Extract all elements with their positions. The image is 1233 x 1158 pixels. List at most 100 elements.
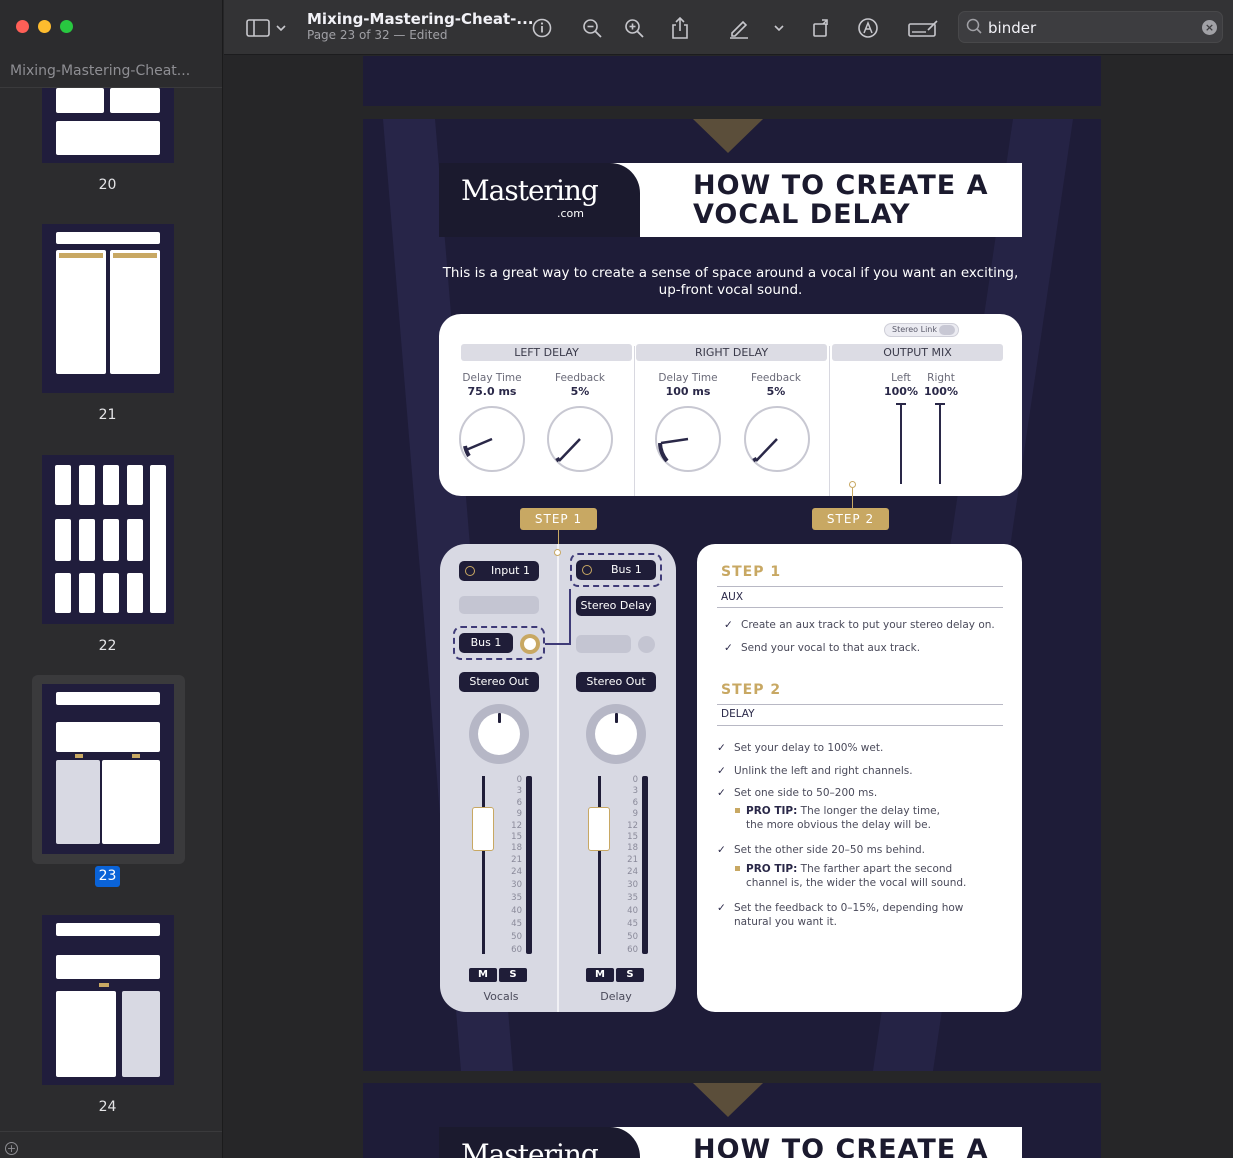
vocals-db-scale: 0 3 6 9 12 15 18 21 24 30 35 40 45 50 60 bbox=[500, 775, 522, 957]
vocals-insert-slot[interactable] bbox=[459, 596, 539, 614]
vocals-mute-button[interactable]: M bbox=[469, 968, 497, 982]
minimize-window-button[interactable] bbox=[38, 20, 51, 33]
title-line-1: HOW TO CREATE A bbox=[693, 170, 989, 201]
check-icon: ✓ bbox=[717, 765, 726, 777]
output-right-fader-cap bbox=[935, 403, 945, 405]
mastering-logo: Mastering bbox=[439, 1127, 640, 1158]
left-delay-time-label: Delay Time bbox=[462, 372, 522, 384]
page-thumbnail-23[interactable] bbox=[42, 684, 174, 854]
vocals-pan-knob[interactable] bbox=[469, 704, 529, 764]
toolbar: Mixing-Mastering-Cheat-... Page 23 of 32… bbox=[224, 0, 1233, 55]
right-feedback-knob[interactable] bbox=[744, 406, 810, 472]
routing-arrow bbox=[545, 643, 571, 645]
document-view[interactable]: Mastering .com HOW TO CREATE A VOCAL DEL… bbox=[224, 56, 1233, 1158]
delay-solo-button[interactable]: S bbox=[616, 968, 644, 982]
thumbnail-steps bbox=[56, 991, 116, 1077]
left-feedback-label: Feedback bbox=[554, 372, 605, 384]
step-2-subtitle: DELAY bbox=[721, 708, 755, 720]
chevron-down-icon[interactable] bbox=[772, 16, 786, 40]
page-number-22: 22 bbox=[98, 638, 117, 654]
intro-text: This is a great way to create a sense of… bbox=[442, 265, 1019, 298]
vocals-output-button[interactable]: Stereo Out bbox=[459, 672, 539, 692]
left-feedback-knob[interactable] bbox=[547, 406, 613, 472]
logo-text: Mastering bbox=[461, 174, 599, 207]
search-field[interactable]: × bbox=[958, 11, 1223, 43]
annotate-icon[interactable] bbox=[856, 16, 880, 40]
page-thumbnail-21[interactable] bbox=[42, 224, 174, 393]
check-icon: ✓ bbox=[717, 742, 726, 754]
zoom-in-icon[interactable] bbox=[622, 16, 646, 40]
step-1-item: ✓ Send your vocal to that aux track. bbox=[724, 641, 920, 655]
db-tick-label: 60 bbox=[511, 945, 522, 956]
pro-tip-text: The longer the delay time, bbox=[800, 805, 940, 817]
stereo-delay-plugin-slot[interactable]: Stereo Delay bbox=[576, 596, 656, 616]
search-icon bbox=[966, 18, 984, 40]
search-input[interactable] bbox=[988, 19, 1188, 37]
vocals-input-button[interactable]: Input 1 bbox=[459, 561, 539, 581]
share-icon[interactable] bbox=[668, 16, 692, 40]
db-tick-label: 45 bbox=[511, 919, 522, 930]
zoom-window-button[interactable] bbox=[60, 20, 73, 33]
right-delay-time-knob[interactable] bbox=[655, 406, 721, 472]
step-2-title: STEP 2 bbox=[721, 682, 782, 698]
signature-icon[interactable] bbox=[908, 16, 938, 40]
step-2-item-text: Set your delay to 100% wet. bbox=[734, 742, 884, 754]
delay-fader-track[interactable] bbox=[598, 776, 601, 954]
stereo-link-toggle[interactable]: Stereo Link bbox=[884, 323, 959, 337]
output-left-fader[interactable] bbox=[900, 404, 902, 484]
vocals-level-meter bbox=[526, 776, 532, 954]
output-right-value: 100% bbox=[924, 385, 958, 398]
steps-panel: STEP 1 AUX ✓ Create an aux track to put y… bbox=[697, 544, 1022, 1012]
rotate-icon[interactable] bbox=[810, 16, 834, 40]
delay-input-button[interactable]: Bus 1 bbox=[576, 560, 656, 580]
delay-send-knob[interactable] bbox=[638, 636, 655, 653]
vocals-fader-handle[interactable] bbox=[472, 807, 494, 851]
add-page-icon[interactable]: + bbox=[5, 1142, 18, 1155]
markup-pen-icon[interactable] bbox=[727, 16, 751, 40]
close-window-button[interactable] bbox=[16, 20, 29, 33]
delay-send-slot[interactable] bbox=[576, 635, 631, 653]
logo-text: Mastering bbox=[461, 1138, 599, 1158]
step-1-subtitle: AUX bbox=[721, 591, 744, 603]
delay-mute-button[interactable]: M bbox=[586, 968, 614, 982]
thumbnail-card bbox=[79, 465, 95, 505]
left-feedback-value: 5% bbox=[570, 385, 590, 398]
vocals-send-button[interactable]: Bus 1 bbox=[459, 633, 513, 653]
step-1-title: STEP 1 bbox=[721, 564, 782, 580]
pro-tip-label: PRO TIP: bbox=[746, 863, 798, 875]
output-right-fader[interactable] bbox=[939, 404, 941, 484]
output-mix-header: OUTPUT MIX bbox=[832, 344, 1003, 361]
page-22-bottom bbox=[363, 56, 1101, 106]
thumbnail-mixer bbox=[56, 760, 100, 844]
page-thumbnail-20[interactable] bbox=[42, 88, 174, 163]
page-thumbnail-22[interactable] bbox=[42, 455, 174, 624]
mixer-panel: Input 1 Bus 1 Stereo Out 0 3 6 9 12 15 18 21 24 3… bbox=[440, 544, 676, 1012]
link-icon bbox=[939, 325, 955, 335]
delay-fader-handle[interactable] bbox=[588, 807, 610, 851]
zoom-out-icon[interactable] bbox=[580, 16, 604, 40]
db-tick-label: 6 bbox=[632, 797, 638, 808]
document-subtitle: Page 23 of 32 — Edited bbox=[307, 28, 448, 42]
thumbnail-step-badge bbox=[75, 754, 83, 758]
check-icon: ✓ bbox=[724, 642, 733, 654]
sidebar-toggle-icon[interactable] bbox=[246, 16, 270, 40]
logo-suffix: .com bbox=[557, 207, 584, 220]
page-thumbnail-24[interactable] bbox=[42, 915, 174, 1085]
left-delay-time-knob[interactable] bbox=[459, 406, 525, 472]
step-2-item-text: Set the other side 20–50 ms behind. bbox=[734, 844, 926, 856]
output-left-fader-cap bbox=[896, 403, 906, 405]
delay-pan-knob[interactable] bbox=[586, 704, 646, 764]
chevron-down-icon[interactable] bbox=[274, 16, 288, 40]
check-icon: ✓ bbox=[724, 619, 733, 631]
send-level-knob[interactable] bbox=[520, 634, 540, 654]
step-2-rule bbox=[717, 704, 1003, 705]
db-tick-label: 30 bbox=[511, 880, 522, 891]
delay-output-button[interactable]: Stereo Out bbox=[576, 672, 656, 692]
pro-tip: PRO TIP: The longer the delay time, the m… bbox=[735, 804, 940, 832]
vocals-solo-button[interactable]: S bbox=[499, 968, 527, 982]
thumbnail-card bbox=[55, 519, 71, 561]
db-tick-label: 9 bbox=[632, 809, 638, 820]
vocals-fader-track[interactable] bbox=[482, 776, 485, 954]
info-icon[interactable] bbox=[530, 16, 554, 40]
clear-search-icon[interactable]: × bbox=[1202, 20, 1217, 35]
